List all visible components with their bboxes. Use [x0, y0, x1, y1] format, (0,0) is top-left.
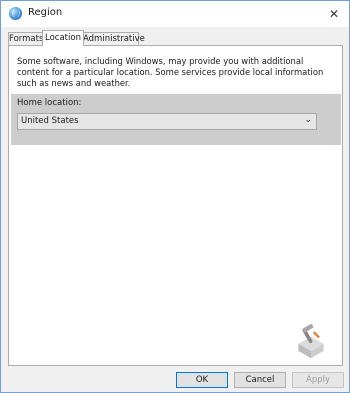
- window-title: Region: [28, 7, 63, 18]
- cancel-button[interactable]: Cancel: [234, 372, 286, 388]
- tab-formats[interactable]: Formats: [8, 32, 44, 45]
- ok-button[interactable]: OK: [176, 372, 228, 388]
- tab-administrative[interactable]: Administrative: [82, 32, 145, 45]
- home-location-value: United States: [21, 116, 79, 126]
- tab-location[interactable]: Location: [42, 30, 84, 46]
- location-description: Some software, including Windows, may pr…: [17, 56, 324, 88]
- close-button[interactable]: ✕: [319, 1, 349, 27]
- home-location-group: Home location: United States ⌄: [11, 94, 341, 145]
- globe-icon: [9, 7, 22, 20]
- home-location-select[interactable]: United States ⌄: [17, 113, 317, 130]
- apply-button[interactable]: Apply: [292, 372, 344, 388]
- region-dialog: Region ✕ Formats Location Administrative…: [0, 0, 350, 393]
- home-location-label: Home location:: [17, 98, 82, 108]
- tools-logo: [298, 324, 324, 359]
- location-panel: Some software, including Windows, may pr…: [8, 45, 343, 366]
- title-bar: Region ✕: [1, 1, 349, 27]
- chevron-down-icon: ⌄: [304, 115, 312, 125]
